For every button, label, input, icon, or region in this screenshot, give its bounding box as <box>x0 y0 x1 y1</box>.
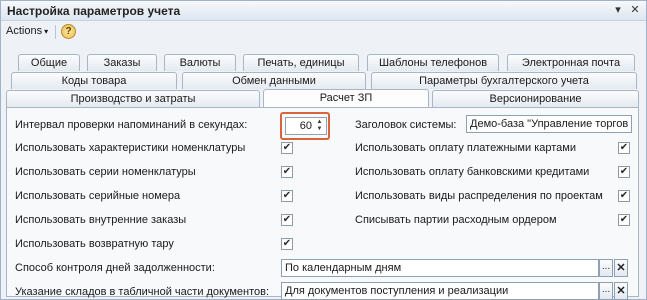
debt-control-label: Способ контроля дней задолженности: <box>15 262 215 274</box>
write-off-by-expense-order-checkbox[interactable]: ✔ <box>618 214 630 226</box>
left-check-label: Использовать серии номенклатуры <box>15 166 196 178</box>
use-internal-orders-checkbox[interactable]: ✔ <box>281 214 293 226</box>
use-serial-numbers-checkbox[interactable]: ✔ <box>281 190 293 202</box>
highlight-box: 60 ▲ ▼ <box>280 112 330 140</box>
actions-label: Actions <box>6 25 43 37</box>
title-bar: Настройка параметров учета ▾ ✕ <box>1 1 646 21</box>
right-check-label: Использовать оплату платежными картами <box>355 142 576 154</box>
system-title-label: Заголовок системы: <box>355 119 457 131</box>
help-button[interactable]: ? <box>61 24 76 39</box>
warehouse-clear-button[interactable]: ✕ <box>614 282 628 300</box>
chevron-down-icon: ▾ <box>44 27 49 36</box>
window-title: Настройка параметров учета <box>7 4 181 18</box>
right-check-label: Использовать виды распределения по проек… <box>355 190 603 202</box>
close-icon[interactable]: ✕ <box>628 3 642 17</box>
use-characteristics-checkbox[interactable]: ✔ <box>281 142 293 154</box>
tab-currencies[interactable]: Валюты <box>164 54 236 71</box>
use-project-distribution-checkbox[interactable]: ✔ <box>618 190 630 202</box>
debt-control-clear-button[interactable]: ✕ <box>614 259 628 277</box>
left-check-label: Использовать характеристики номенклатуры <box>15 142 246 154</box>
reminder-interval-input[interactable]: 60 ▲ ▼ <box>285 117 327 135</box>
tab-versioning[interactable]: Версионирование <box>432 90 639 107</box>
left-check-label: Использовать серийные номера <box>15 190 181 202</box>
settings-window: Настройка параметров учета ▾ ✕ Actions ▾ … <box>0 0 647 300</box>
use-returnable-containers-checkbox[interactable]: ✔ <box>281 238 293 250</box>
warehouse-input[interactable]: Для документов поступления и реализации <box>281 282 599 300</box>
toolbar-divider <box>55 25 56 39</box>
tab-product-codes[interactable]: Коды товара <box>11 72 177 89</box>
system-title-input[interactable]: Демо-база "Управление торгов <box>466 115 632 133</box>
tab-production-costs[interactable]: Производство и затраты <box>6 90 260 107</box>
tab-print-units[interactable]: Печать, единицы <box>243 54 359 71</box>
left-check-label: Использовать возвратную тару <box>15 238 174 250</box>
use-series-checkbox[interactable]: ✔ <box>281 166 293 178</box>
debt-control-input[interactable]: По календарным дням <box>281 259 599 277</box>
pin-icon[interactable]: ▾ <box>611 3 625 17</box>
left-check-label: Использовать внутренние заказы <box>15 214 187 226</box>
reminder-interval-value: 60 <box>299 120 312 132</box>
warehouse-select-button[interactable]: ... <box>599 282 613 300</box>
tab-accounting-params[interactable]: Параметры бухгалтерского учета <box>371 72 637 89</box>
toolbar: Actions ▾ ? <box>1 22 646 42</box>
tab-payroll[interactable]: Расчет ЗП <box>263 89 429 107</box>
tab-data-exchange[interactable]: Обмен данными <box>182 72 366 89</box>
use-bank-credit-payments-checkbox[interactable]: ✔ <box>618 166 630 178</box>
reminder-interval-label: Интервал проверки напоминаний в секундах… <box>15 119 248 131</box>
spin-buttons[interactable]: ▲ ▼ <box>314 119 325 134</box>
right-check-label: Использовать оплату банковскими кредитам… <box>355 166 590 178</box>
tab-email[interactable]: Электронная почта <box>507 54 635 71</box>
debt-control-select-button[interactable]: ... <box>599 259 613 277</box>
tab-phone-templates[interactable]: Шаблоны телефонов <box>367 54 499 71</box>
tab-orders[interactable]: Заказы <box>87 54 157 71</box>
actions-menu-button[interactable]: Actions ▾ <box>6 25 48 37</box>
tab-general[interactable]: Общие <box>18 54 80 71</box>
right-check-label: Списывать партии расходным ордером <box>355 214 557 226</box>
warehouse-label: Указание складов в табличной части докум… <box>15 286 270 298</box>
use-card-payments-checkbox[interactable]: ✔ <box>618 142 630 154</box>
